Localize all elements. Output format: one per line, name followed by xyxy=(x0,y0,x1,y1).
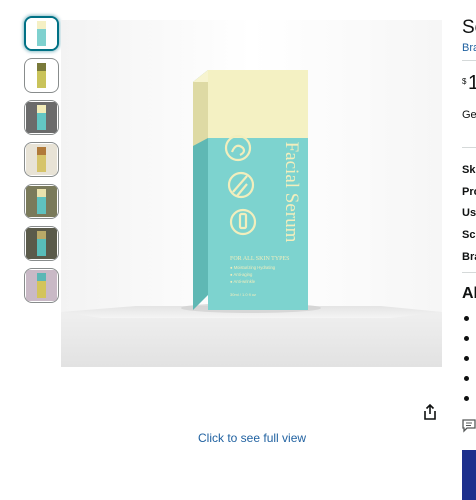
bullet-point xyxy=(464,336,469,341)
spec-label: Bra xyxy=(462,251,476,263)
thumbnail-3[interactable] xyxy=(24,100,59,135)
box-line-2: ● Anti-aging xyxy=(230,272,253,277)
divider xyxy=(462,147,476,148)
bullet-point xyxy=(464,396,469,401)
bullet-point xyxy=(464,356,469,361)
bullet-point xyxy=(464,376,469,381)
thumbnail-1[interactable] xyxy=(24,16,59,51)
box-line-1: ● Moisturizing Hydrating xyxy=(230,265,276,270)
thumbnail-4[interactable] xyxy=(24,142,59,177)
spec-label: Sc xyxy=(462,229,476,241)
full-view-link[interactable]: Click to see full view xyxy=(198,431,306,445)
about-heading: Ab xyxy=(462,285,476,302)
brand-link[interactable]: Bra xyxy=(462,42,476,54)
divider xyxy=(462,60,476,61)
serum-box-illustration: Facial Serum FOR ALL SKIN TYPES ● Moistu… xyxy=(61,20,442,367)
spec-label: Pro xyxy=(462,186,476,198)
thumbnail-6[interactable] xyxy=(24,226,59,261)
main-product-image[interactable]: Facial Serum FOR ALL SKIN TYPES ● Moistu… xyxy=(61,20,442,367)
box-line-3: ● Anti-wrinkle xyxy=(230,279,256,284)
promo-banner[interactable] xyxy=(462,450,476,500)
box-title: Facial Serum xyxy=(281,142,302,243)
product-page: Facial Serum FOR ALL SKIN TYPES ● Moistu… xyxy=(0,0,476,500)
bullet-point xyxy=(464,316,469,321)
thumbnail-strip xyxy=(24,16,60,310)
price-currency: $ xyxy=(462,77,467,86)
box-subtitle: FOR ALL SKIN TYPES xyxy=(230,256,290,262)
divider xyxy=(462,272,476,273)
spec-label: Sk xyxy=(462,164,476,176)
share-icon[interactable] xyxy=(420,402,440,422)
delivery-text: Ge xyxy=(462,109,476,121)
thumbnail-7[interactable] xyxy=(24,268,59,303)
spec-label: Us xyxy=(462,207,476,219)
thumbnail-5[interactable] xyxy=(24,184,59,219)
thumbnail-2[interactable] xyxy=(24,58,59,93)
price-value: 1 xyxy=(468,72,476,94)
feedback-icon[interactable] xyxy=(462,419,476,438)
box-volume: 30ml / 1.0 fl oz xyxy=(230,292,256,297)
product-details-column: Se Bra $ 1 Ge Sk Pro Us Sc Bra Ab xyxy=(462,0,476,500)
product-title: Se xyxy=(462,17,476,38)
